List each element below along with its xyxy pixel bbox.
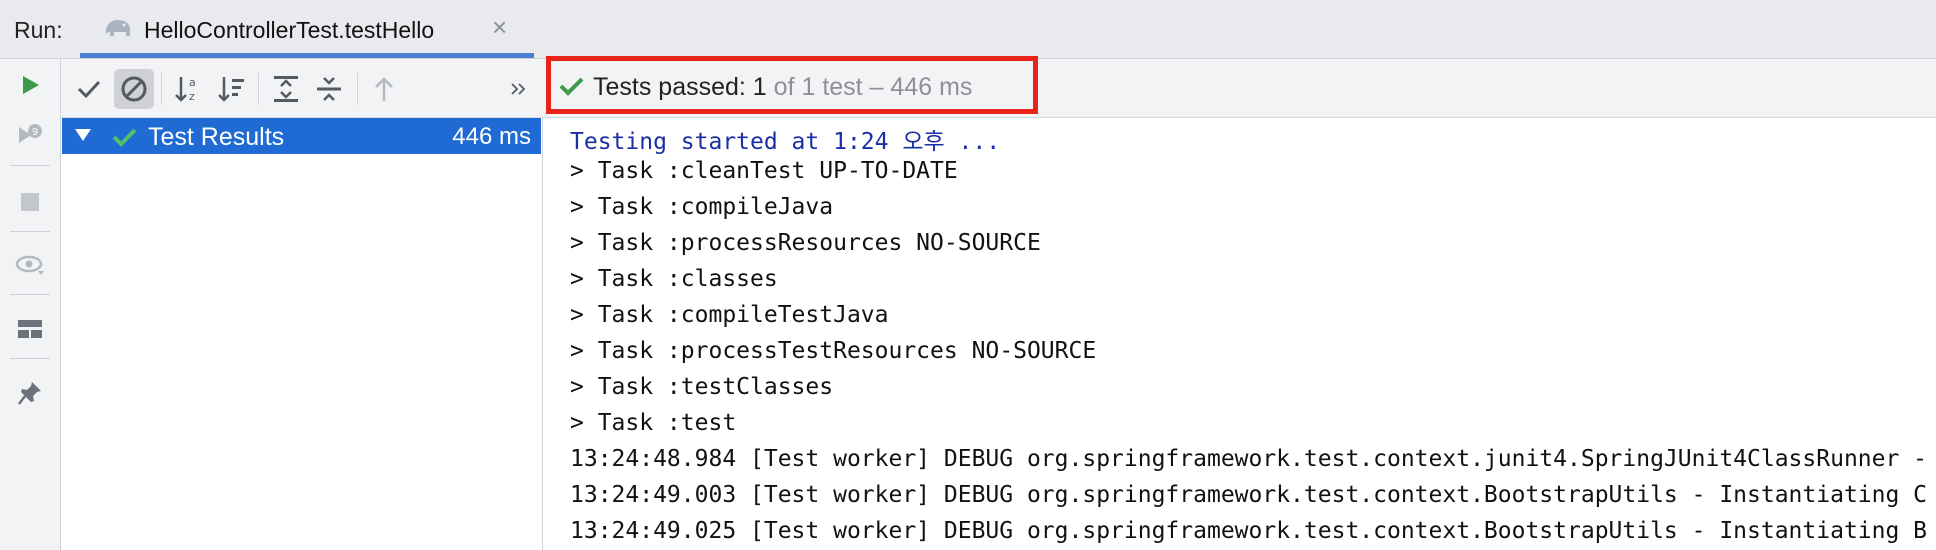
sort-alpha-icon[interactable]: az (168, 69, 208, 109)
console-line: > Task :testClasses (570, 374, 834, 400)
passed-check-icon (559, 75, 585, 102)
test-status-summary: Tests passed: 1 of 1 test – 446 ms (546, 56, 1038, 114)
test-tree: Test Results 446 ms (61, 118, 543, 550)
svg-text:z: z (189, 90, 195, 103)
console-line: > Task :compileJava (570, 194, 834, 220)
tree-root-label: Test Results (148, 123, 285, 151)
console-line: 13:24:49.025 [Test worker] DEBUG org.spr… (570, 518, 1928, 544)
close-icon[interactable]: × (492, 14, 507, 40)
tests-passed-count: Tests passed: 1 (593, 73, 767, 101)
previous-failed-icon[interactable] (364, 69, 404, 109)
pin-icon[interactable] (12, 375, 48, 411)
console-line: 13:24:49.003 [Test worker] DEBUG org.spr… (570, 482, 1928, 508)
console-line: Testing started at 1:24 오후 ... (570, 129, 1001, 155)
divider (161, 73, 162, 105)
tree-root-row[interactable]: Test Results 446 ms (62, 118, 541, 154)
run-tab[interactable]: HelloControllerTest.testHello × (80, 0, 534, 58)
run-toolwindow-header: Run: HelloControllerTest.testHello × (0, 0, 1936, 59)
rerun-failed-icon[interactable]: 9 (12, 117, 48, 153)
tree-root-duration: 446 ms (452, 123, 531, 150)
passed-check-icon (112, 126, 138, 153)
collapse-all-icon[interactable] (309, 69, 349, 109)
layout-icon[interactable] (12, 311, 48, 347)
sort-duration-icon[interactable] (211, 69, 251, 109)
divider (258, 73, 259, 105)
divider (10, 294, 50, 295)
gradle-elephant-icon (102, 16, 134, 45)
more-icon[interactable] (506, 69, 532, 109)
run-tab-title: HelloControllerTest.testHello (144, 17, 435, 43)
console-line: > Task :processResources NO-SOURCE (570, 230, 1041, 256)
run-actions-strip: 9 (0, 59, 61, 550)
expand-arrow-icon[interactable] (74, 127, 92, 148)
expand-all-icon[interactable] (266, 69, 306, 109)
divider (357, 73, 358, 105)
console-line: > Task :test (570, 410, 737, 436)
run-label: Run: (14, 17, 63, 43)
console-line: > Task :cleanTest UP-TO-DATE (570, 158, 958, 184)
divider (10, 231, 50, 232)
tests-detail: of 1 test – 446 ms (773, 73, 973, 101)
console-line: 13:24:48.984 [Test worker] DEBUG org.spr… (570, 446, 1928, 472)
console-line: > Task :compileTestJava (570, 302, 889, 328)
active-tab-indicator (80, 53, 534, 58)
console-output[interactable]: Testing started at 1:24 오후 ... > Task :c… (548, 118, 1936, 550)
console-line: > Task :processTestResources NO-SOURCE (570, 338, 1097, 364)
svg-text:9: 9 (32, 127, 38, 138)
run-icon[interactable] (12, 67, 48, 103)
svg-text:a: a (189, 76, 196, 89)
stop-icon[interactable] (12, 184, 48, 220)
divider (10, 358, 50, 359)
view-icon[interactable] (12, 247, 48, 283)
divider (10, 165, 50, 166)
show-passed-icon[interactable] (69, 69, 109, 109)
show-ignored-icon[interactable] (114, 69, 154, 109)
console-line: > Task :classes (570, 266, 778, 292)
status-text: Tests passed: 1 of 1 test – 446 ms (593, 73, 972, 102)
